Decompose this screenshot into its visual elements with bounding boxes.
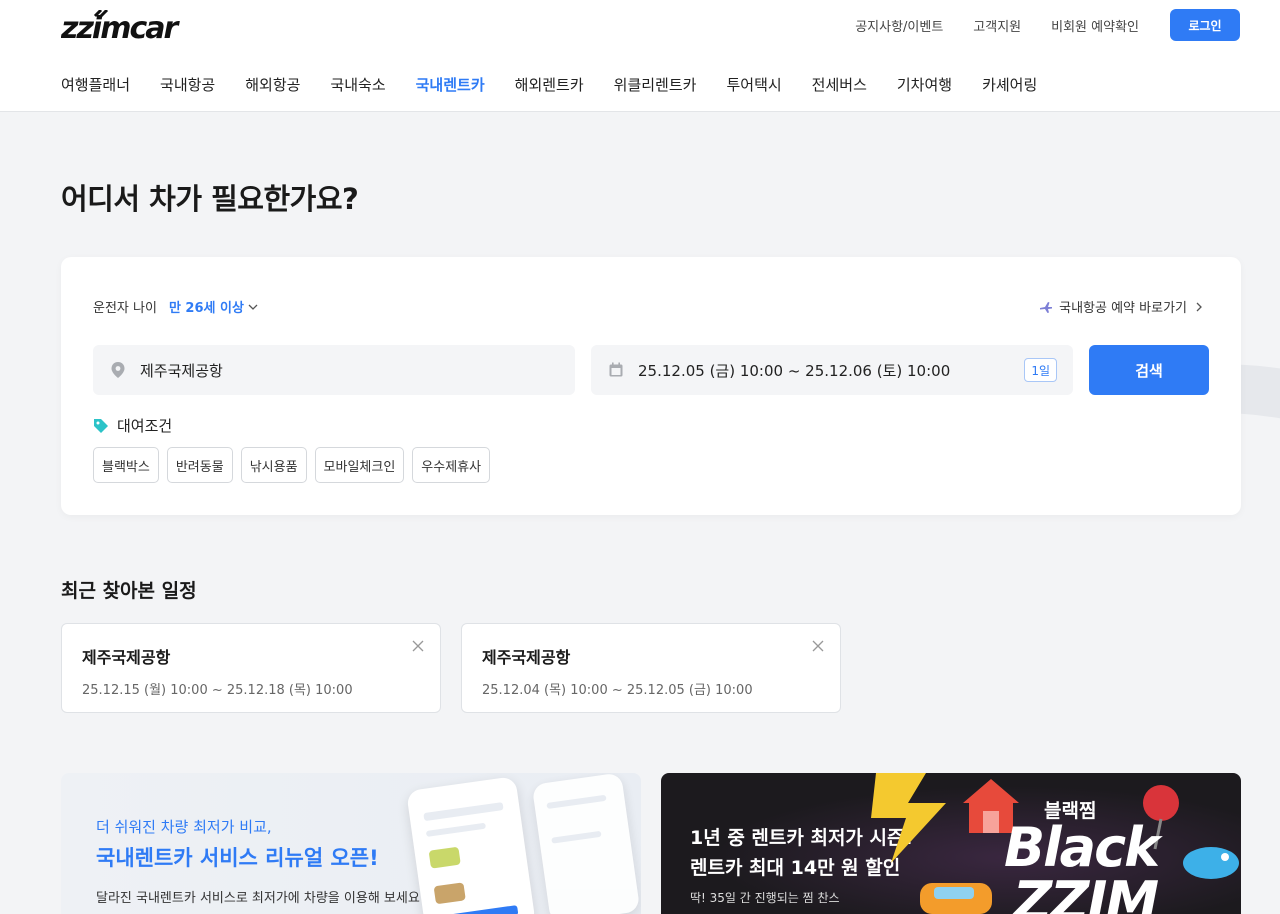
- location-pin-icon: [111, 362, 125, 378]
- nav-item-international-flight[interactable]: 해외항공: [245, 74, 300, 95]
- lightning-bolt-icon: [871, 773, 946, 863]
- driver-age-dropdown[interactable]: 만 26세 이상: [169, 297, 258, 316]
- chip-blackbox[interactable]: 블랙박스: [93, 447, 159, 483]
- promo-line-3: 달라진 국내렌트카 서비스로 최저가에 차량을 이용해 보세요: [96, 891, 420, 906]
- promo-line-2: 국내렌트카 서비스 리뉴얼 오픈!: [96, 846, 379, 870]
- chevron-down-icon: [248, 304, 258, 310]
- page-title: 어디서 차가 필요한가요?: [61, 182, 359, 216]
- tag-icon: [94, 418, 108, 433]
- location-value: 제주국제공항: [140, 361, 223, 380]
- recent-searches-title: 최근 찾아본 일정: [61, 580, 197, 602]
- phone-mockup-image: [531, 773, 641, 914]
- guest-reservation-link[interactable]: 비회원 예약확인: [1051, 16, 1139, 35]
- promo-line-1: 더 쉬워진 차량 최저가 비교,: [96, 818, 272, 836]
- chip-mobile-checkin[interactable]: 모바일체크인: [314, 447, 405, 483]
- driver-age-label: 운전자 나이: [93, 301, 157, 316]
- promo-line-3: 딱! 35일 간 진행되는 찜 찬스: [690, 891, 840, 905]
- domestic-flight-shortcut[interactable]: 국내항공 예약 바로가기: [1039, 297, 1203, 316]
- nav-item-carsharing[interactable]: 카셰어링: [982, 74, 1037, 95]
- date-range-value: 25.12.05 (금) 10:00 ~ 25.12.06 (토) 10:00: [638, 361, 951, 380]
- renewal-promo-banner[interactable]: 더 쉬워진 차량 최저가 비교, 국내렌트카 서비스 리뉴얼 오픈! 달라진 국…: [61, 773, 641, 914]
- nav-item-weekly-rentcar[interactable]: 위클리렌트카: [614, 74, 697, 95]
- airplane-icon: [1040, 301, 1053, 313]
- search-button[interactable]: 검색: [1089, 345, 1209, 395]
- recent-dates: 25.12.04 (목) 10:00 ~ 25.12.05 (금) 10:00: [482, 683, 753, 698]
- driver-age-value: 만 26세 이상: [168, 301, 244, 316]
- main-nav: 여행플래너 국내항공 해외항공 국내숙소 국내렌트카 해외렌트카 위클리렌트카 …: [61, 70, 1067, 98]
- close-icon[interactable]: [412, 640, 424, 652]
- notice-event-link[interactable]: 공지사항/이벤트: [855, 16, 943, 35]
- recent-search-card[interactable]: 제주국제공항 25.12.04 (목) 10:00 ~ 25.12.05 (금)…: [461, 623, 841, 713]
- driver-age-row: 운전자 나이 만 26세 이상: [93, 297, 258, 316]
- date-range-field[interactable]: 25.12.05 (금) 10:00 ~ 25.12.06 (토) 10:00 …: [591, 345, 1073, 395]
- recent-place: 제주국제공항: [82, 648, 171, 667]
- nav-item-charter-bus[interactable]: 전세버스: [812, 74, 867, 95]
- customer-support-link[interactable]: 고객지원: [973, 16, 1021, 35]
- rental-conditions-label: 대여조건: [117, 417, 173, 435]
- nav-item-tour-taxi[interactable]: 투어택시: [726, 74, 781, 95]
- airplane-toy-icon: [1183, 847, 1239, 879]
- svg-text:zzimcar: zzimcar: [61, 11, 180, 44]
- nav-item-travel-planner[interactable]: 여행플래너: [61, 74, 130, 95]
- rental-conditions-heading: 대여조건: [93, 415, 172, 436]
- toy-car-icon: [920, 883, 992, 914]
- nav-item-train-travel[interactable]: 기차여행: [897, 74, 952, 95]
- zzimcar-logo[interactable]: zzimcar: [61, 10, 183, 44]
- recent-search-card[interactable]: 제주국제공항 25.12.15 (월) 10:00 ~ 25.12.18 (목)…: [61, 623, 441, 713]
- flight-shortcut-label: 국내항공 예약 바로가기: [1059, 301, 1187, 316]
- chip-pets[interactable]: 반려동물: [166, 447, 233, 483]
- chevron-right-icon: [1196, 302, 1202, 311]
- login-button[interactable]: 로그인: [1170, 9, 1240, 41]
- phone-mockup-image: [406, 776, 536, 914]
- recent-place: 제주국제공항: [482, 648, 571, 667]
- nav-item-domestic-rentcar[interactable]: 국내렌트카: [416, 74, 485, 95]
- chip-top-partner[interactable]: 우수제휴사: [412, 447, 491, 483]
- chip-fishing-gear[interactable]: 낚시용품: [240, 447, 307, 483]
- location-field[interactable]: 제주국제공항: [93, 345, 575, 395]
- recent-dates: 25.12.15 (월) 10:00 ~ 25.12.18 (목) 10:00: [82, 683, 353, 698]
- utility-links: 공지사항/이벤트 고객지원 비회원 예약확인 로그인: [825, 9, 1240, 41]
- black-zzim-wordmark-2: ZZIM: [1013, 870, 1159, 914]
- close-icon[interactable]: [812, 640, 824, 652]
- calendar-icon: [609, 362, 623, 377]
- search-panel: 운전자 나이 만 26세 이상 국내항공 예약 바로가기 제주국제공항 25.1…: [61, 257, 1241, 515]
- black-zzim-promo-banner[interactable]: 1년 중 렌트카 최저가 시즌! 렌트카 최대 14만 원 할인 딱! 35일 …: [661, 773, 1241, 914]
- black-zzim-wordmark: Black: [1004, 816, 1160, 879]
- nav-item-overseas-rentcar[interactable]: 해외렌트카: [515, 74, 584, 95]
- nav-item-domestic-hotel[interactable]: 국내숙소: [330, 74, 385, 95]
- rental-condition-chips: 블랙박스 반려동물 낚시용품 모바일체크인 우수제휴사: [93, 447, 498, 483]
- nav-item-domestic-flight[interactable]: 국내항공: [160, 74, 215, 95]
- rental-days-badge: 1일: [1024, 358, 1057, 382]
- top-header: zzimcar 공지사항/이벤트 고객지원 비회원 예약확인 로그인 여행플래너…: [0, 0, 1280, 112]
